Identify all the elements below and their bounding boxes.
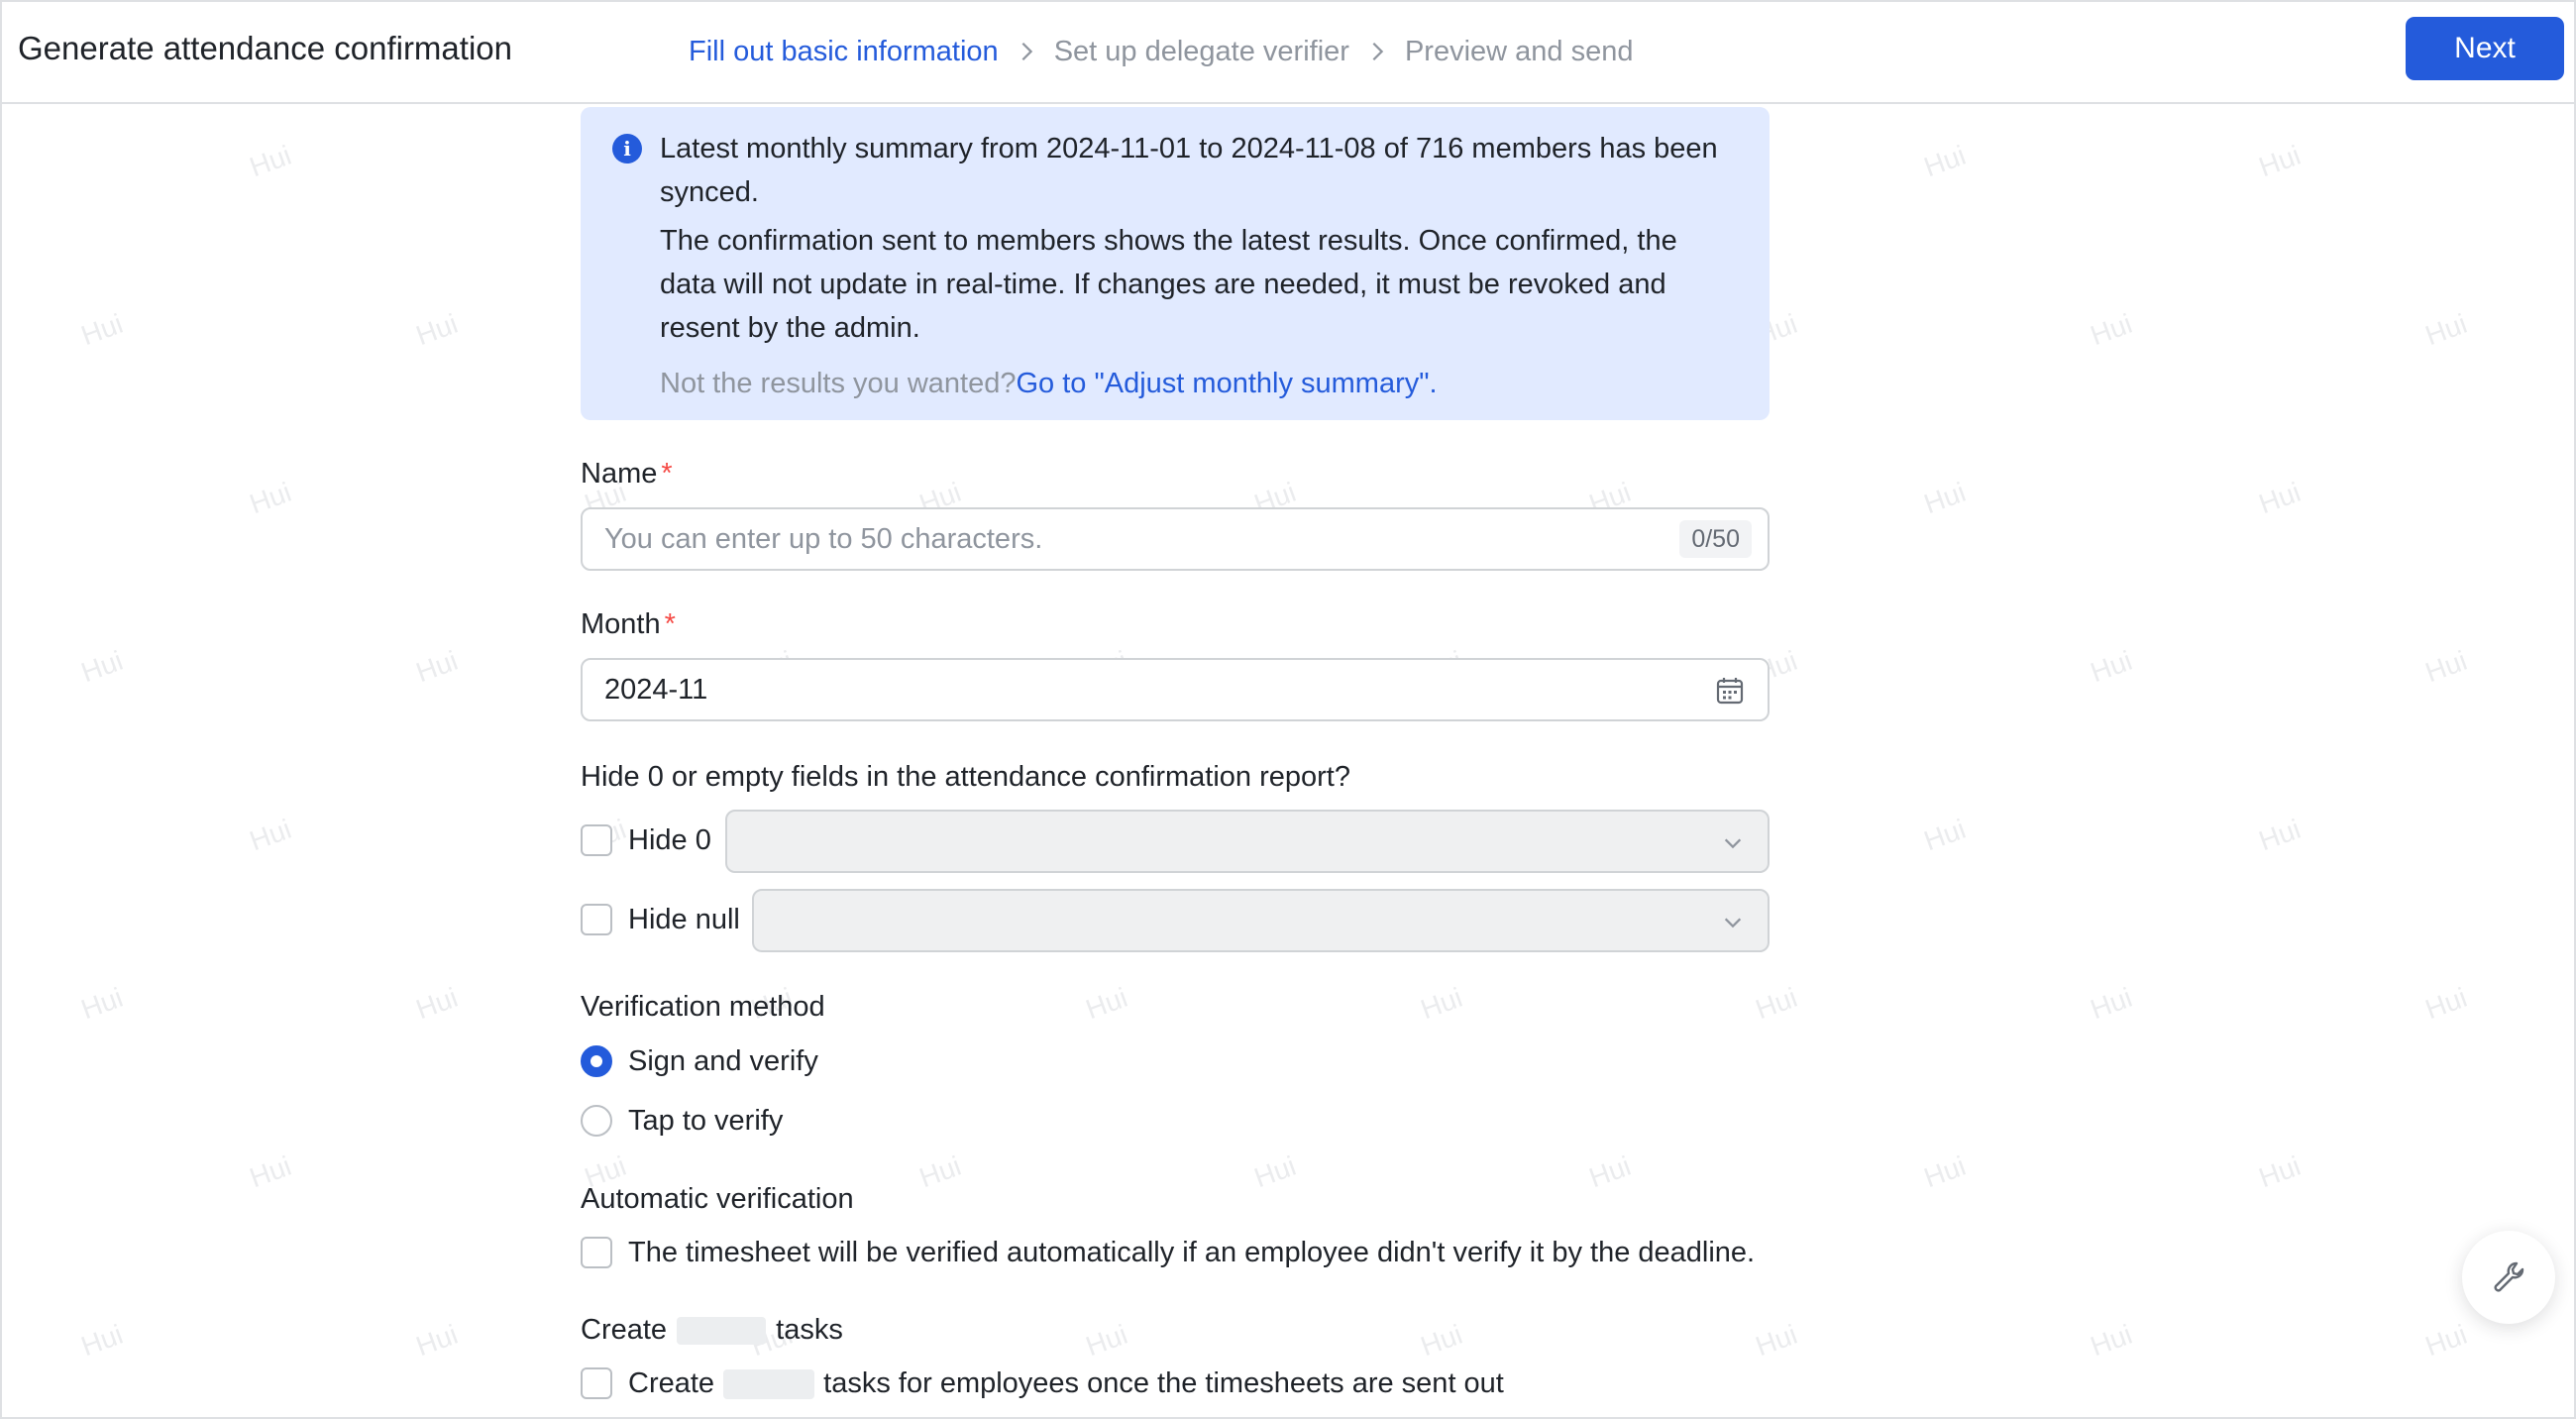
wrench-icon [2494,1261,2524,1292]
name-label: Name * [581,458,673,491]
watermark-text: Hui [411,307,462,352]
watermark-text: Hui [1249,1149,1300,1194]
redacted-text [723,1369,815,1400]
watermark-text: Hui [2420,1318,2471,1363]
hide-null-select[interactable] [752,889,1770,952]
watermark-text: Hui [1751,1318,1801,1363]
watermark-text: Hui [411,981,462,1026]
watermark-text: Hui [1584,1149,1635,1194]
hide-zero-select[interactable] [725,810,1770,873]
step-navigation: Fill out basic information Set up delega… [689,32,1633,71]
calendar-icon[interactable] [1716,677,1744,705]
notice-headline: Latest monthly summary from 2024-11-01 t… [660,133,1718,208]
required-mark: * [664,608,676,640]
watermark-text: Hui [2420,307,2471,352]
watermark-text: Hui [2086,1318,2136,1363]
watermark-text: Hui [2086,644,2136,689]
watermark-text: Hui [2254,1149,2305,1194]
required-mark: * [661,458,673,490]
watermark-text: Hui [76,307,127,352]
step-delegate-verifier[interactable]: Set up delegate verifier [1054,36,1349,68]
tap-to-verify-radio[interactable] [581,1105,612,1137]
watermark-text: Hui [1081,981,1131,1026]
step-preview-send[interactable]: Preview and send [1405,36,1634,68]
watermark-text: Hui [411,1318,462,1363]
hide-null-label: Hide null [628,904,740,935]
watermark-text: Hui [2420,981,2471,1026]
watermark-text: Hui [245,813,295,857]
name-label-text: Name [581,458,658,490]
name-field[interactable]: You can enter up to 50 characters. 0/50 [581,507,1770,571]
month-label-text: Month [581,608,661,640]
create-tasks-checkbox[interactable] [581,1367,612,1399]
watermark-text: Hui [914,1149,965,1194]
watermark-text: Hui [76,1318,127,1363]
watermark-text: Hui [1919,476,1970,520]
create-tasks-option-end: tasks for employees once the timesheets … [823,1367,1504,1399]
month-value: 2024-11 [604,674,708,706]
verification-method-label: Verification method [581,991,825,1023]
sync-notice: i Latest monthly summary from 2024-11-01… [581,107,1770,420]
chevron-right-icon [999,41,1054,62]
page-title: Generate attendance confirmation [18,30,512,66]
sign-and-verify-radio[interactable] [581,1045,612,1077]
header-bar: Generate attendance confirmation Fill ou… [2,2,2574,104]
automatic-verification-label: Automatic verification [581,1183,854,1215]
create-tasks-option-start: Create [628,1367,715,1399]
sign-and-verify-label: Sign and verify [628,1045,818,1077]
watermark-text: Hui [411,644,462,689]
chevron-down-icon [1724,918,1742,928]
app-window: Hui Hui Hui Hui Hui Hui Hui Hui Hui Hui Hui Hui Hui H… [0,0,2576,1419]
notice-footer-text: Not the results you wanted? [660,368,1017,399]
step-fill-basic-info[interactable]: Fill out basic information [689,36,999,68]
hide-zero-checkbox[interactable] [581,824,612,856]
watermark-text: Hui [1919,139,1970,183]
hide-null-checkbox[interactable] [581,904,612,935]
watermark-text: Hui [1416,1318,1466,1363]
create-tasks-label: Create tasks [581,1314,843,1347]
floating-tools-button[interactable] [2462,1231,2555,1324]
notice-footer: Not the results you wanted?Go to "Adjust… [660,362,1438,405]
watermark-text: Hui [2254,139,2305,183]
name-placeholder: You can enter up to 50 characters. [604,523,1043,555]
month-label: Month * [581,608,676,641]
create-tasks-label-end: tasks [776,1314,843,1346]
create-tasks-option-label: Create tasks for employees once the time… [628,1367,1504,1400]
info-icon: i [612,134,642,164]
auto-verify-option-label: The timesheet will be verified automatic… [628,1237,1756,1268]
notice-body: The confirmation sent to members shows t… [660,225,1677,344]
chevron-right-icon [1349,41,1405,62]
month-picker[interactable]: 2024-11 [581,658,1770,721]
watermark-text: Hui [1919,1149,1970,1194]
watermark-text: Hui [1919,813,1970,857]
tap-to-verify-label: Tap to verify [628,1105,784,1137]
redacted-text [677,1317,767,1346]
watermark-text: Hui [76,981,127,1026]
hide-fields-label: Hide 0 or empty fields in the attendance… [581,761,1350,793]
watermark-text: Hui [1416,981,1466,1026]
watermark-text: Hui [76,644,127,689]
watermark-text: Hui [2254,476,2305,520]
watermark-text: Hui [245,1149,295,1194]
create-tasks-label-start: Create [581,1314,668,1346]
hide-zero-label: Hide 0 [628,824,711,856]
watermark-text: Hui [2254,813,2305,857]
watermark-text: Hui [1751,981,1801,1026]
next-button[interactable]: Next [2406,17,2564,80]
character-counter: 0/50 [1679,520,1752,558]
watermark-text: Hui [245,476,295,520]
chevron-down-icon [1724,838,1742,849]
watermark-text: Hui [1081,1318,1131,1363]
adjust-summary-link[interactable]: Go to "Adjust monthly summary". [1016,368,1437,399]
auto-verify-checkbox[interactable] [581,1237,612,1268]
watermark-text: Hui [2086,981,2136,1026]
watermark-text: Hui [2086,307,2136,352]
watermark-text: Hui [2420,644,2471,689]
watermark-text: Hui [245,139,295,183]
